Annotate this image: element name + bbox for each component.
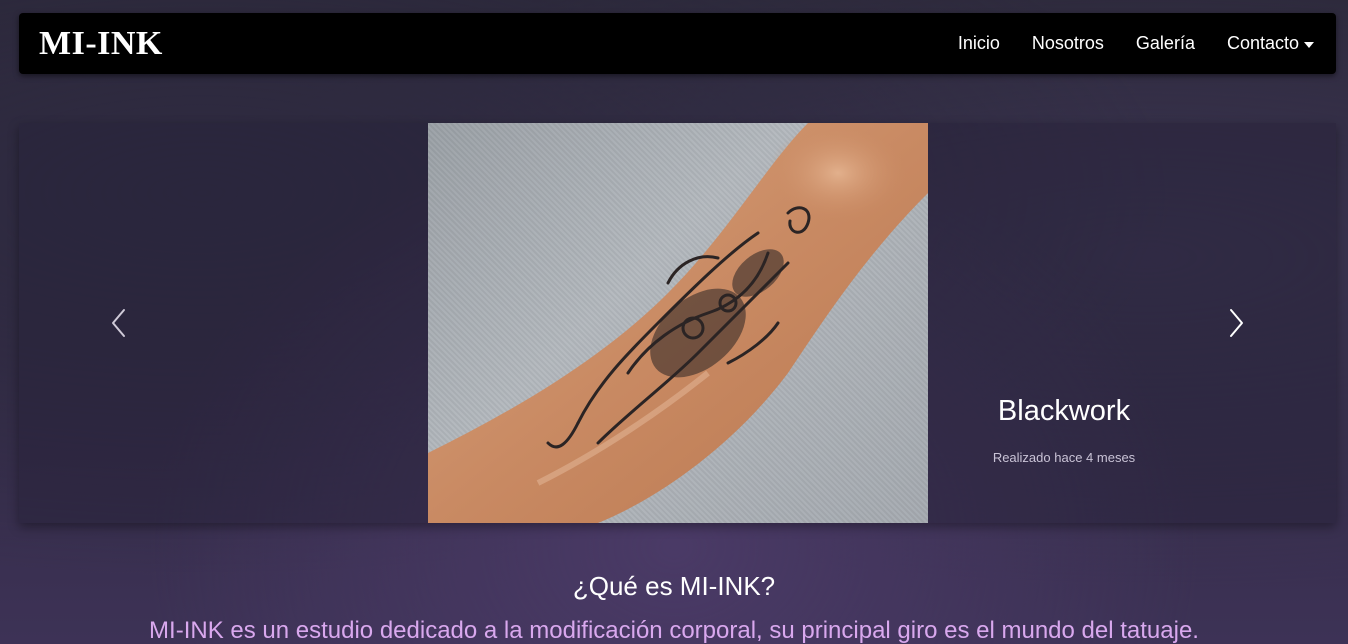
slide-subtitle: Realizado hace 4 meses [992,450,1136,465]
tattoo-photo [428,123,928,523]
nav-dropdown-contacto[interactable]: Contacto [1211,33,1314,54]
nav-link-nosotros[interactable]: Nosotros [1016,33,1120,54]
slide-caption: Blackwork Realizado hace 4 meses [959,395,1169,465]
about-description: MI-INK es un estudio dedicado a la modif… [149,617,1199,644]
carousel-prev-button[interactable] [19,123,219,523]
nav-links: Inicio Nosotros Galería Contacto [942,33,1314,54]
carousel: Blackwork Realizado hace 4 meses [19,123,1336,523]
chevron-right-icon [1230,309,1243,337]
about-heading: ¿Qué es MI-INK? [572,571,776,601]
nav-link-contacto-label: Contacto [1226,33,1299,53]
chevron-left-icon [112,309,125,337]
caret-down-icon [1304,41,1314,48]
navbar: MI-INK Inicio Nosotros Galería Contacto [19,13,1336,74]
brand-logo[interactable]: MI-INK [39,25,163,63]
nav-link-galeria[interactable]: Galería [1120,33,1211,54]
nav-link-inicio[interactable]: Inicio [942,33,1016,54]
tattoo-photo-graphic [428,123,928,523]
slide-title: Blackwork [997,395,1131,427]
